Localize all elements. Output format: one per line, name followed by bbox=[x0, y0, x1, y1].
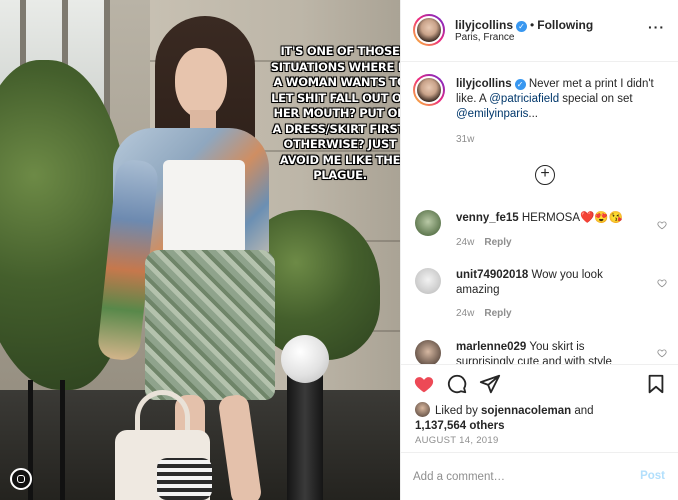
ellipsis-icon[interactable]: ··· bbox=[648, 19, 665, 35]
meme-caption: IT'S ONE OF THOSE SITUATIONS WHERE IF A … bbox=[270, 44, 400, 182]
bollard-top bbox=[281, 335, 329, 383]
comment-body: unit74902018 Wow you look amazing bbox=[456, 268, 636, 298]
leg bbox=[217, 393, 263, 500]
post-date[interactable]: AUGUST 14, 2019 bbox=[415, 435, 499, 446]
liked-by-user[interactable]: sojennacoleman bbox=[481, 405, 571, 417]
bookmark-icon[interactable] bbox=[645, 373, 667, 395]
comment-username[interactable]: venny_fe15 bbox=[456, 212, 519, 224]
comment-username[interactable]: unit74902018 bbox=[456, 269, 528, 281]
heart-filled-icon[interactable] bbox=[413, 373, 435, 395]
like-count[interactable]: 1,137,564 others bbox=[415, 420, 505, 432]
comment-avatar[interactable] bbox=[415, 340, 441, 364]
comments-list[interactable]: lilyjcollins ✓ Never met a print I didn't… bbox=[401, 62, 678, 364]
caption-time: 31w bbox=[456, 134, 475, 145]
caption-text-after: ... bbox=[528, 108, 538, 120]
comment-avatar[interactable] bbox=[415, 268, 441, 294]
post-header: lilyjcollins ✓ • Following Paris, France ··… bbox=[401, 0, 678, 62]
liked-prefix: Liked by bbox=[435, 405, 482, 417]
snakeskin-skirt bbox=[145, 250, 275, 400]
comment-meta: 24w Reply bbox=[456, 308, 512, 319]
reply-button[interactable]: Reply bbox=[484, 237, 511, 248]
liked-by: Liked by sojennacoleman and 1,137,564 ot… bbox=[415, 402, 594, 434]
comment-time: 24w bbox=[456, 308, 475, 319]
share-icon[interactable] bbox=[479, 373, 501, 395]
plus-circle-icon[interactable]: + bbox=[535, 165, 555, 185]
white-top bbox=[163, 160, 245, 255]
reply-button[interactable]: Reply bbox=[484, 308, 511, 319]
avatar-image bbox=[415, 76, 443, 104]
instagram-glyph-icon bbox=[10, 468, 32, 490]
location-link[interactable]: Paris, France bbox=[455, 32, 514, 43]
woman-figure bbox=[95, 10, 295, 500]
liked-and: and bbox=[571, 405, 594, 417]
liked-by-avatar bbox=[415, 402, 430, 417]
comment-body: marlenne029 You skirt is surprisingly cu… bbox=[456, 340, 636, 364]
caption: lilyjcollins ✓ Never met a print I didn't… bbox=[456, 77, 666, 122]
heart-outline-icon[interactable] bbox=[657, 278, 667, 288]
verified-badge-icon: ✓ bbox=[516, 21, 528, 32]
caption-text-middle: special on set bbox=[559, 93, 633, 105]
following-button[interactable]: Following bbox=[537, 18, 593, 32]
mention-link[interactable]: @emilyinparis bbox=[456, 108, 528, 120]
comment-meta: 24w Reply bbox=[456, 237, 512, 248]
caption-username[interactable]: lilyjcollins bbox=[456, 78, 512, 90]
header-avatar[interactable] bbox=[413, 14, 445, 46]
railing bbox=[60, 380, 65, 500]
comment-username[interactable]: marlenne029 bbox=[456, 341, 526, 353]
caption-avatar[interactable] bbox=[413, 74, 445, 106]
heart-outline-icon[interactable] bbox=[657, 220, 667, 230]
mention-link[interactable]: @patriciafield bbox=[489, 93, 559, 105]
header-username[interactable]: lilyjcollins bbox=[455, 18, 513, 32]
verified-badge-icon: ✓ bbox=[514, 79, 526, 90]
post-side-panel: lilyjcollins ✓ • Following Paris, France ··… bbox=[400, 0, 678, 500]
comment-text: HERMOSA❤️😍😘 bbox=[521, 212, 623, 224]
comment-icon[interactable] bbox=[446, 373, 468, 395]
comment-avatar[interactable] bbox=[415, 210, 441, 236]
comment-input[interactable] bbox=[413, 466, 623, 488]
avatar-image bbox=[415, 16, 443, 44]
post-photo[interactable]: IT'S ONE OF THOSE SITUATIONS WHERE IF A … bbox=[0, 0, 400, 500]
post-button[interactable]: Post bbox=[640, 470, 665, 482]
comment-time: 24w bbox=[456, 237, 475, 248]
comment-body: venny_fe15 HERMOSA❤️😍😘 bbox=[456, 211, 646, 226]
separator-dot: • bbox=[530, 18, 535, 32]
post-actions: Liked by sojennacoleman and 1,137,564 ot… bbox=[401, 364, 678, 464]
add-comment-bar: Post bbox=[401, 452, 678, 500]
face bbox=[175, 48, 227, 118]
heart-outline-icon[interactable] bbox=[657, 348, 667, 358]
bag-scarf bbox=[157, 458, 212, 500]
